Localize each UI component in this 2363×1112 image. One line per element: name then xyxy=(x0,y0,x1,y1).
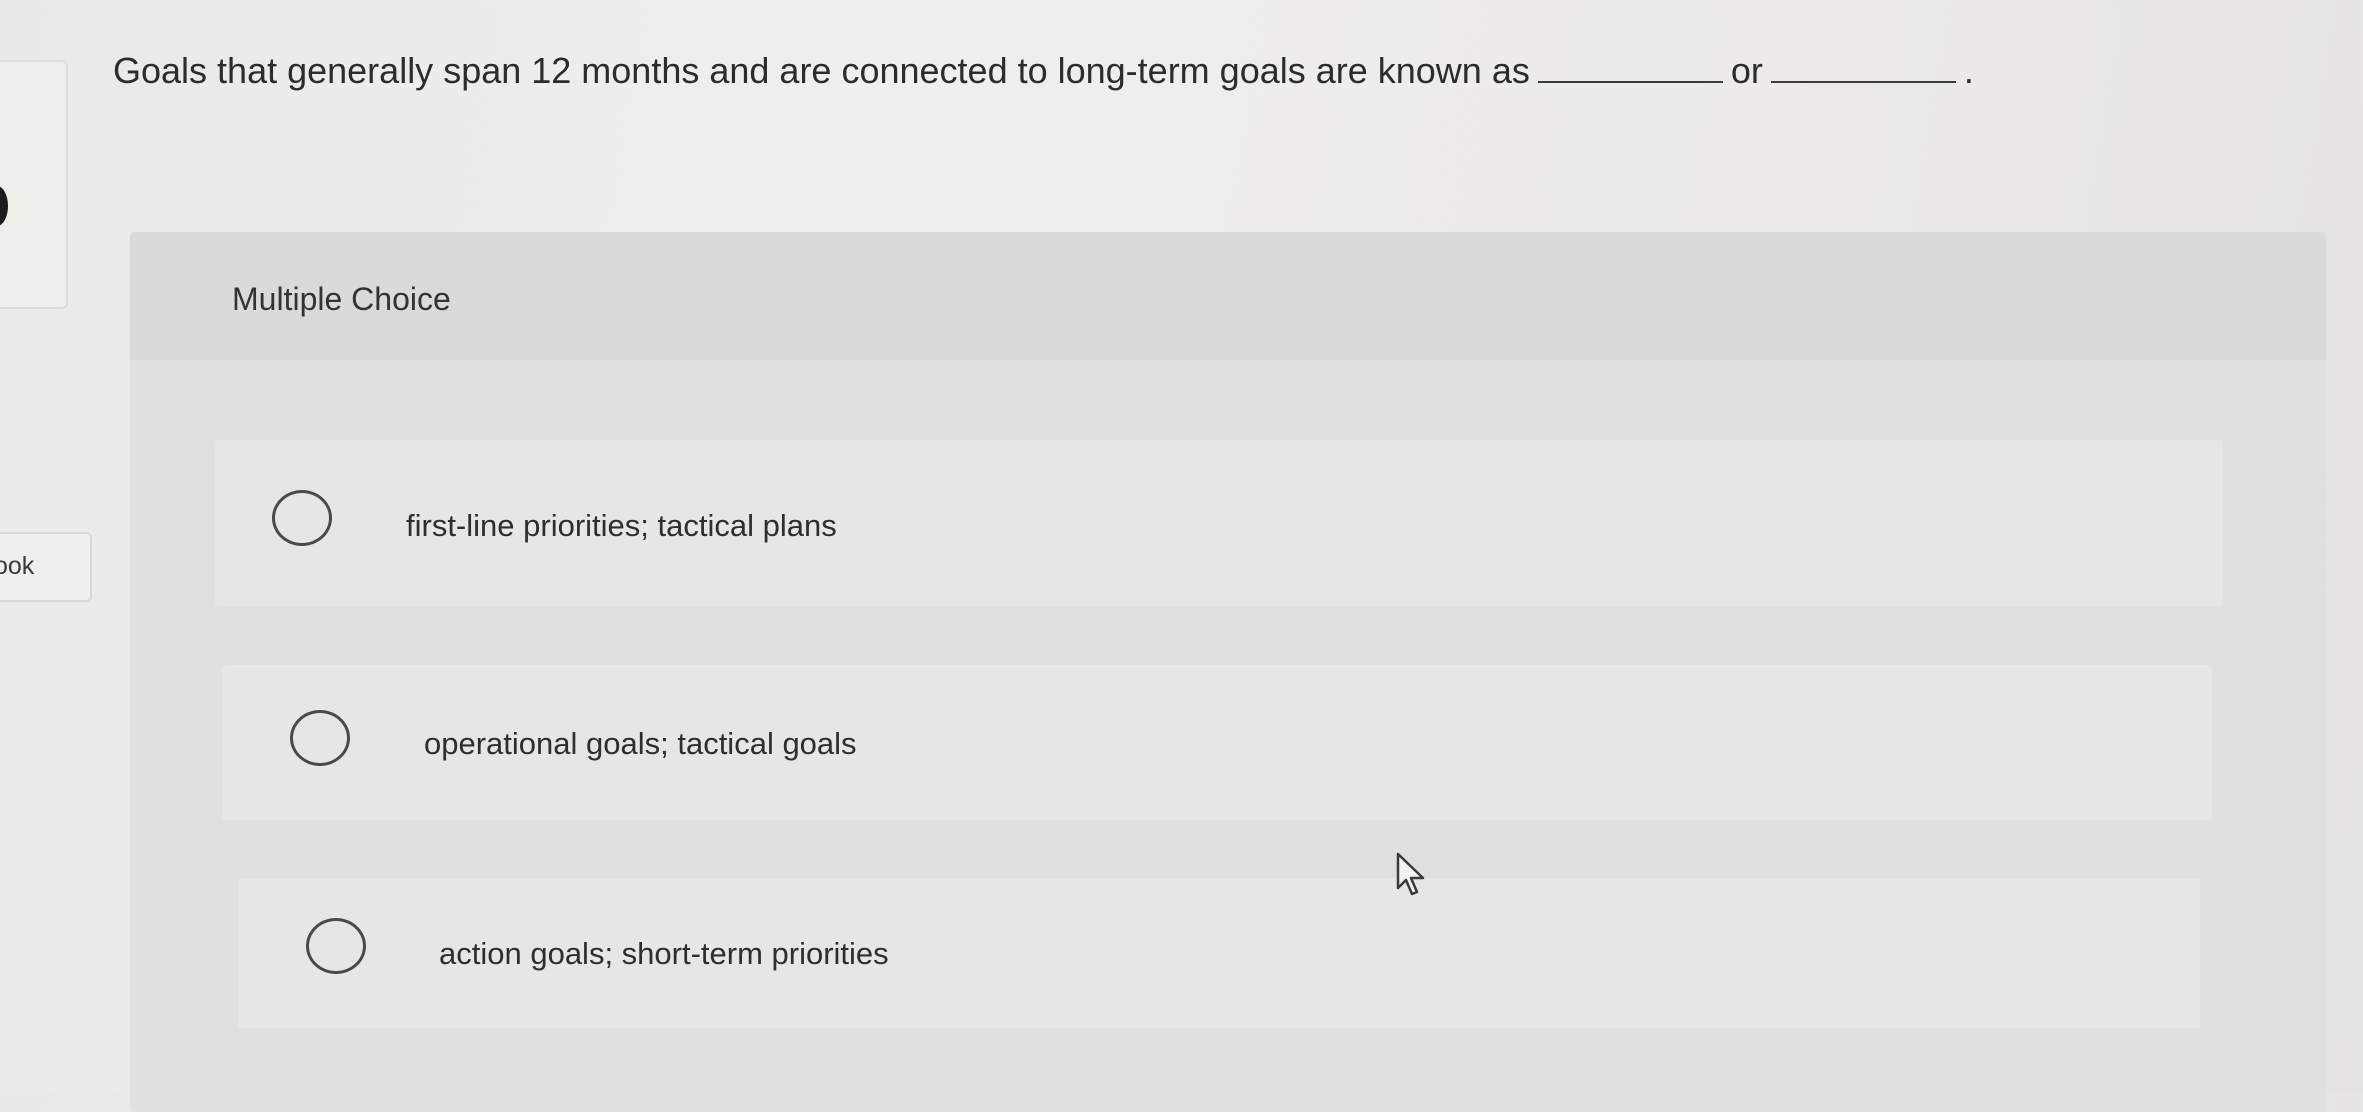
choice-label-1: first-line priorities; tactical plans xyxy=(406,508,837,543)
radio-button-icon[interactable] xyxy=(306,918,366,974)
question-type-label: Multiple Choice xyxy=(232,281,451,317)
answer-panel-header xyxy=(130,232,2326,360)
choice-label-2: operational goals; tactical goals xyxy=(424,726,857,761)
choice-label-3: action goals; short-term priorities xyxy=(439,936,889,971)
question-conjunction: or xyxy=(1730,50,1763,91)
question-end-punctuation: . xyxy=(1963,50,1974,91)
radio-button-icon[interactable] xyxy=(290,710,350,766)
question-text: Goals that generally span 12 months and … xyxy=(113,50,1530,91)
question-prompt: Goals that generally span 12 months and … xyxy=(113,50,1974,92)
answer-blank-1 xyxy=(1537,51,1723,83)
mouse-pointer-icon xyxy=(1396,852,1425,896)
left-nav-panel xyxy=(0,60,68,309)
left-side-tab-label: ook xyxy=(0,552,35,580)
answer-blank-2 xyxy=(1770,51,1956,83)
radio-button-icon[interactable] xyxy=(272,490,332,546)
